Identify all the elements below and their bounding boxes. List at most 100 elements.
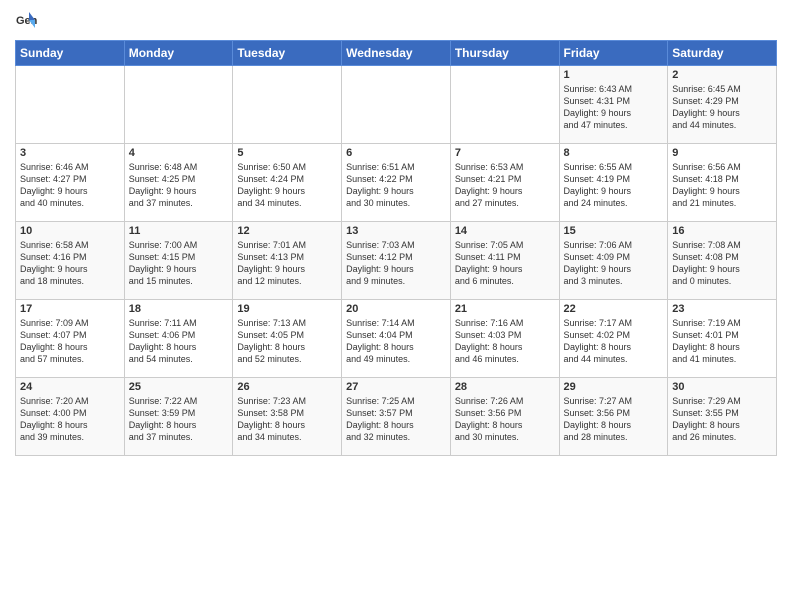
calendar-cell: 6 Sunrise: 6:51 AM Sunset: 4:22 PM Daylig… bbox=[342, 144, 451, 222]
calendar-week-row: 3Sunrise: 6:46 AM Sunset: 4:27 PM Daylig… bbox=[16, 144, 777, 222]
day-info: Sunrise: 7:19 AM Sunset: 4:01 PM Dayligh… bbox=[672, 317, 772, 366]
day-number: 11 bbox=[129, 225, 229, 237]
day-number: 30 bbox=[672, 381, 772, 393]
calendar-cell: 11 Sunrise: 7:00 AM Sunset: 4:15 PM Dayli… bbox=[124, 222, 233, 300]
calendar-cell: 27 Sunrise: 7:25 AM Sunset: 3:57 PM Dayli… bbox=[342, 378, 451, 456]
day-header-monday: Monday bbox=[124, 41, 233, 66]
calendar-cell: 3Sunrise: 6:46 AM Sunset: 4:27 PM Daylig… bbox=[16, 144, 125, 222]
day-number: 8 bbox=[564, 147, 664, 159]
day-number: 13 bbox=[346, 225, 446, 237]
day-info: Sunrise: 6:45 AM Sunset: 4:29 PM Dayligh… bbox=[672, 83, 772, 132]
day-info: Sunrise: 7:13 AM Sunset: 4:05 PM Dayligh… bbox=[237, 317, 337, 366]
calendar-cell: 20 Sunrise: 7:14 AM Sunset: 4:04 PM Dayli… bbox=[342, 300, 451, 378]
logo: Gen bbox=[15, 10, 41, 32]
day-info: Sunrise: 6:46 AM Sunset: 4:27 PM Dayligh… bbox=[20, 161, 120, 210]
calendar-cell bbox=[16, 66, 125, 144]
day-info: Sunrise: 6:55 AM Sunset: 4:19 PM Dayligh… bbox=[564, 161, 664, 210]
day-header-wednesday: Wednesday bbox=[342, 41, 451, 66]
calendar-header-row: SundayMondayTuesdayWednesdayThursdayFrid… bbox=[16, 41, 777, 66]
day-info: Sunrise: 7:23 AM Sunset: 3:58 PM Dayligh… bbox=[237, 395, 337, 444]
day-number: 22 bbox=[564, 303, 664, 315]
calendar-week-row: 24 Sunrise: 7:20 AM Sunset: 4:00 PM Dayli… bbox=[16, 378, 777, 456]
day-number: 9 bbox=[672, 147, 772, 159]
calendar-cell: 2 Sunrise: 6:45 AM Sunset: 4:29 PM Daylig… bbox=[668, 66, 777, 144]
day-number: 6 bbox=[346, 147, 446, 159]
day-info: Sunrise: 7:14 AM Sunset: 4:04 PM Dayligh… bbox=[346, 317, 446, 366]
calendar-cell: 8 Sunrise: 6:55 AM Sunset: 4:19 PM Daylig… bbox=[559, 144, 668, 222]
day-number: 16 bbox=[672, 225, 772, 237]
day-info: Sunrise: 7:29 AM Sunset: 3:55 PM Dayligh… bbox=[672, 395, 772, 444]
day-number: 7 bbox=[455, 147, 555, 159]
calendar-cell: 12 Sunrise: 7:01 AM Sunset: 4:13 PM Dayli… bbox=[233, 222, 342, 300]
day-info: Sunrise: 7:20 AM Sunset: 4:00 PM Dayligh… bbox=[20, 395, 120, 444]
day-number: 18 bbox=[129, 303, 229, 315]
calendar-cell: 18 Sunrise: 7:11 AM Sunset: 4:06 PM Dayli… bbox=[124, 300, 233, 378]
day-info: Sunrise: 6:58 AM Sunset: 4:16 PM Dayligh… bbox=[20, 239, 120, 288]
day-number: 5 bbox=[237, 147, 337, 159]
day-number: 19 bbox=[237, 303, 337, 315]
calendar-cell: 19 Sunrise: 7:13 AM Sunset: 4:05 PM Dayli… bbox=[233, 300, 342, 378]
calendar-week-row: 10Sunrise: 6:58 AM Sunset: 4:16 PM Dayli… bbox=[16, 222, 777, 300]
day-header-sunday: Sunday bbox=[16, 41, 125, 66]
day-header-tuesday: Tuesday bbox=[233, 41, 342, 66]
calendar-cell: 7 Sunrise: 6:53 AM Sunset: 4:21 PM Daylig… bbox=[450, 144, 559, 222]
day-info: Sunrise: 7:11 AM Sunset: 4:06 PM Dayligh… bbox=[129, 317, 229, 366]
calendar-cell: 1Sunrise: 6:43 AM Sunset: 4:31 PM Daylig… bbox=[559, 66, 668, 144]
day-number: 26 bbox=[237, 381, 337, 393]
day-number: 1 bbox=[564, 69, 664, 81]
day-info: Sunrise: 7:17 AM Sunset: 4:02 PM Dayligh… bbox=[564, 317, 664, 366]
day-info: Sunrise: 7:22 AM Sunset: 3:59 PM Dayligh… bbox=[129, 395, 229, 444]
day-header-friday: Friday bbox=[559, 41, 668, 66]
calendar-cell bbox=[124, 66, 233, 144]
day-number: 20 bbox=[346, 303, 446, 315]
day-info: Sunrise: 7:26 AM Sunset: 3:56 PM Dayligh… bbox=[455, 395, 555, 444]
calendar-cell: 10Sunrise: 6:58 AM Sunset: 4:16 PM Dayli… bbox=[16, 222, 125, 300]
day-number: 27 bbox=[346, 381, 446, 393]
day-info: Sunrise: 7:06 AM Sunset: 4:09 PM Dayligh… bbox=[564, 239, 664, 288]
calendar-cell: 30 Sunrise: 7:29 AM Sunset: 3:55 PM Dayli… bbox=[668, 378, 777, 456]
header: Gen bbox=[15, 10, 777, 32]
calendar-cell: 29Sunrise: 7:27 AM Sunset: 3:56 PM Dayli… bbox=[559, 378, 668, 456]
day-info: Sunrise: 6:56 AM Sunset: 4:18 PM Dayligh… bbox=[672, 161, 772, 210]
page-container: Gen SundayMondayTuesdayWednesdayThursday… bbox=[0, 0, 792, 461]
calendar-cell: 26 Sunrise: 7:23 AM Sunset: 3:58 PM Dayli… bbox=[233, 378, 342, 456]
calendar-cell bbox=[233, 66, 342, 144]
calendar-cell: 24 Sunrise: 7:20 AM Sunset: 4:00 PM Dayli… bbox=[16, 378, 125, 456]
day-info: Sunrise: 6:51 AM Sunset: 4:22 PM Dayligh… bbox=[346, 161, 446, 210]
calendar-cell: 25 Sunrise: 7:22 AM Sunset: 3:59 PM Dayli… bbox=[124, 378, 233, 456]
calendar-cell: 17 Sunrise: 7:09 AM Sunset: 4:07 PM Dayli… bbox=[16, 300, 125, 378]
day-number: 14 bbox=[455, 225, 555, 237]
calendar-cell: 9 Sunrise: 6:56 AM Sunset: 4:18 PM Daylig… bbox=[668, 144, 777, 222]
day-info: Sunrise: 7:01 AM Sunset: 4:13 PM Dayligh… bbox=[237, 239, 337, 288]
day-number: 23 bbox=[672, 303, 772, 315]
day-number: 28 bbox=[455, 381, 555, 393]
calendar-cell: 22 Sunrise: 7:17 AM Sunset: 4:02 PM Dayli… bbox=[559, 300, 668, 378]
calendar-cell: 23 Sunrise: 7:19 AM Sunset: 4:01 PM Dayli… bbox=[668, 300, 777, 378]
day-number: 24 bbox=[20, 381, 120, 393]
day-header-thursday: Thursday bbox=[450, 41, 559, 66]
day-number: 29 bbox=[564, 381, 664, 393]
day-number: 2 bbox=[672, 69, 772, 81]
day-number: 21 bbox=[455, 303, 555, 315]
day-info: Sunrise: 7:09 AM Sunset: 4:07 PM Dayligh… bbox=[20, 317, 120, 366]
calendar-cell bbox=[342, 66, 451, 144]
day-info: Sunrise: 6:50 AM Sunset: 4:24 PM Dayligh… bbox=[237, 161, 337, 210]
calendar-cell: 14Sunrise: 7:05 AM Sunset: 4:11 PM Dayli… bbox=[450, 222, 559, 300]
day-info: Sunrise: 6:53 AM Sunset: 4:21 PM Dayligh… bbox=[455, 161, 555, 210]
calendar-cell: 4Sunrise: 6:48 AM Sunset: 4:25 PM Daylig… bbox=[124, 144, 233, 222]
day-number: 17 bbox=[20, 303, 120, 315]
day-info: Sunrise: 7:08 AM Sunset: 4:08 PM Dayligh… bbox=[672, 239, 772, 288]
calendar-week-row: 1Sunrise: 6:43 AM Sunset: 4:31 PM Daylig… bbox=[16, 66, 777, 144]
calendar-cell: 28 Sunrise: 7:26 AM Sunset: 3:56 PM Dayli… bbox=[450, 378, 559, 456]
day-info: Sunrise: 7:00 AM Sunset: 4:15 PM Dayligh… bbox=[129, 239, 229, 288]
day-info: Sunrise: 7:16 AM Sunset: 4:03 PM Dayligh… bbox=[455, 317, 555, 366]
day-info: Sunrise: 7:03 AM Sunset: 4:12 PM Dayligh… bbox=[346, 239, 446, 288]
day-number: 12 bbox=[237, 225, 337, 237]
calendar-cell bbox=[450, 66, 559, 144]
day-number: 25 bbox=[129, 381, 229, 393]
day-number: 4 bbox=[129, 147, 229, 159]
calendar-cell: 16 Sunrise: 7:08 AM Sunset: 4:08 PM Dayli… bbox=[668, 222, 777, 300]
logo-icon: Gen bbox=[15, 10, 37, 32]
day-info: Sunrise: 7:25 AM Sunset: 3:57 PM Dayligh… bbox=[346, 395, 446, 444]
calendar-week-row: 17 Sunrise: 7:09 AM Sunset: 4:07 PM Dayli… bbox=[16, 300, 777, 378]
